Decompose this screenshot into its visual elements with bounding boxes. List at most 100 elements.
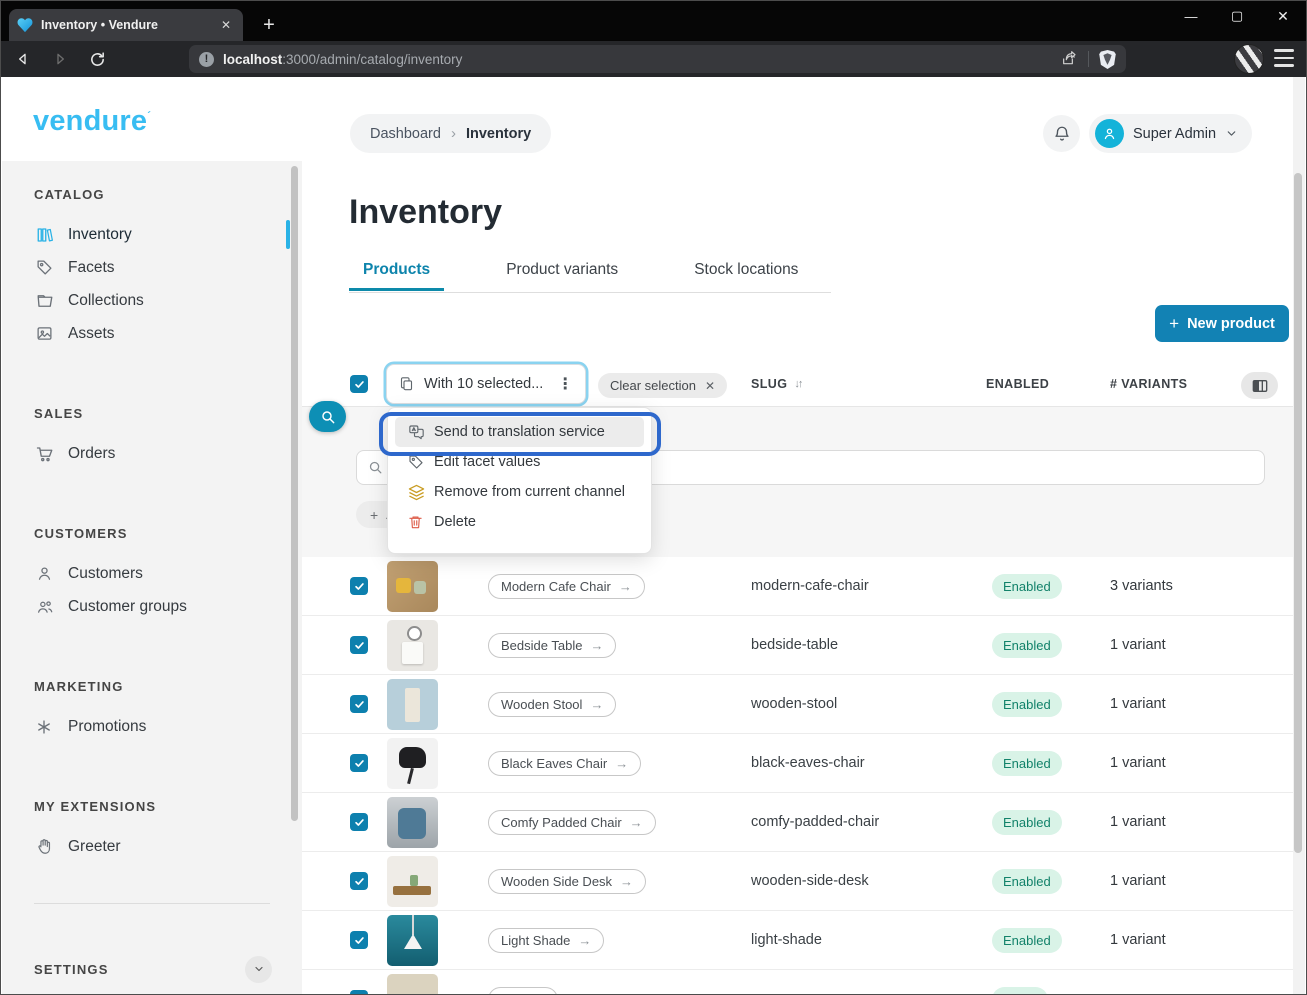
- tabs-underline: [349, 292, 831, 293]
- row-checkbox[interactable]: [350, 636, 368, 654]
- bulk-actions-button[interactable]: With 10 selected... ⋮: [386, 364, 586, 404]
- site-info-icon[interactable]: !: [199, 52, 214, 67]
- product-thumbnail[interactable]: [387, 974, 438, 995]
- sidebar-item-facets[interactable]: Facets: [2, 251, 302, 284]
- variant-count: 1 variant: [1110, 873, 1166, 889]
- browser-tab[interactable]: Inventory • Vendure ✕: [9, 9, 243, 41]
- new-tab-button[interactable]: +: [255, 11, 283, 39]
- new-product-button[interactable]: + New product: [1155, 305, 1289, 342]
- row-checkbox[interactable]: [350, 872, 368, 890]
- product-name-link[interactable]: Black Eaves Chair→: [488, 751, 641, 776]
- layers-icon: [408, 484, 425, 501]
- sidebar-item-label: Orders: [68, 445, 115, 463]
- reload-button[interactable]: [82, 45, 112, 73]
- sidebar-item-orders[interactable]: Orders: [2, 437, 302, 470]
- arrow-right-icon: →: [630, 815, 643, 830]
- product-name-link[interactable]: Wooden Side Desk→: [488, 869, 646, 894]
- share-icon[interactable]: [1060, 51, 1078, 67]
- user-menu[interactable]: Super Admin: [1089, 114, 1252, 153]
- row-checkbox[interactable]: [350, 754, 368, 772]
- row-checkbox[interactable]: [350, 813, 368, 831]
- menu-item-delete[interactable]: Delete: [395, 507, 644, 537]
- back-button[interactable]: [8, 45, 38, 73]
- row-checkbox[interactable]: [350, 695, 368, 713]
- tab-stock-locations[interactable]: Stock locations: [680, 261, 812, 291]
- row-checkbox[interactable]: [350, 931, 368, 949]
- sidebar-item-greeter[interactable]: Greeter: [2, 830, 302, 863]
- chevron-down-icon[interactable]: [245, 956, 272, 983]
- chevron-right-icon: ›: [451, 125, 456, 142]
- column-header-variants[interactable]: # VARIANTS: [1110, 377, 1187, 391]
- product-slug: black-eaves-chair: [751, 755, 865, 771]
- sidebar-section-settings[interactable]: SETTINGS: [2, 944, 302, 994]
- sidebar-item-assets[interactable]: Assets: [2, 317, 302, 350]
- product-name-link[interactable]: Modern Cafe Chair→: [488, 574, 645, 599]
- product-thumbnail[interactable]: [387, 856, 438, 907]
- enabled-badge: Enabled: [992, 574, 1062, 599]
- tab-close-icon[interactable]: ✕: [217, 18, 235, 32]
- table-row: Wooden Stool→ wooden-stool Enabled 1 var…: [302, 675, 1296, 734]
- product-name-link[interactable]: [488, 987, 558, 995]
- clear-selection-button[interactable]: Clear selection ✕: [598, 373, 727, 398]
- page-scrollbar-thumb[interactable]: [1294, 173, 1302, 853]
- sidebar: vendure´ CATALOG Inventory Facets: [2, 77, 302, 995]
- tab-products[interactable]: Products: [349, 261, 444, 291]
- sort-icon[interactable]: ↓↑: [794, 378, 801, 390]
- forward-button[interactable]: [45, 45, 75, 73]
- row-checkbox[interactable]: [350, 990, 368, 995]
- sidebar-item-customers[interactable]: Customers: [2, 557, 302, 590]
- sidebar-item-label: Facets: [68, 259, 115, 277]
- page-scrollbar[interactable]: [1293, 77, 1305, 995]
- table-row: Bedside Table→ bedside-table Enabled 1 v…: [302, 616, 1296, 675]
- browser-profile-avatar[interactable]: [1234, 44, 1264, 74]
- notifications-button[interactable]: [1043, 115, 1080, 152]
- menu-item-edit-facet-values[interactable]: Edit facet values: [395, 447, 644, 477]
- column-header-slug[interactable]: SLUG ↓↑: [751, 377, 801, 391]
- enabled-badge: Enabled: [992, 692, 1062, 717]
- page-tabs: Products Product variants Stock location…: [349, 261, 812, 291]
- window-minimize-button[interactable]: —: [1168, 1, 1214, 31]
- product-thumbnail[interactable]: [387, 561, 438, 612]
- nav-section-my-extensions: MY EXTENSIONS: [2, 799, 302, 814]
- enabled-badge: Enabled: [992, 751, 1062, 776]
- sidebar-item-customer-groups[interactable]: Customer groups: [2, 590, 302, 623]
- users-icon: [36, 597, 55, 616]
- tab-product-variants[interactable]: Product variants: [492, 261, 632, 291]
- search-toggle-button[interactable]: [309, 401, 346, 432]
- hand-icon: [36, 837, 55, 856]
- browser-menu-icon[interactable]: [1274, 49, 1294, 67]
- select-all-checkbox[interactable]: [350, 375, 368, 393]
- tag-icon: [408, 454, 425, 471]
- product-slug: wooden-side-desk: [751, 873, 869, 889]
- product-thumbnail[interactable]: [387, 679, 438, 730]
- table-row: Light Shade→ light-shade Enabled 1 varia…: [302, 911, 1296, 970]
- product-name-link[interactable]: Light Shade→: [488, 928, 604, 953]
- product-thumbnail[interactable]: [387, 797, 438, 848]
- browser-tabstrip: Inventory • Vendure ✕ + — ▢ ✕: [1, 1, 1306, 41]
- plus-icon: +: [370, 507, 378, 523]
- sidebar-item-inventory[interactable]: Inventory: [2, 218, 302, 251]
- product-name-link[interactable]: Comfy Padded Chair→: [488, 810, 656, 835]
- sidebar-item-label: Inventory: [68, 226, 132, 244]
- product-thumbnail[interactable]: [387, 620, 438, 671]
- sidebar-item-label: Greeter: [68, 838, 121, 856]
- menu-item-remove-from-channel[interactable]: Remove from current channel: [395, 477, 644, 507]
- product-name-link[interactable]: Wooden Stool→: [488, 692, 616, 717]
- breadcrumb-dashboard[interactable]: Dashboard: [370, 126, 441, 142]
- menu-item-send-to-translation[interactable]: Send to translation service: [395, 417, 644, 447]
- product-thumbnail[interactable]: [387, 915, 438, 966]
- window-close-button[interactable]: ✕: [1260, 1, 1306, 31]
- product-name-link[interactable]: Bedside Table→: [488, 633, 616, 658]
- table-row: Black Eaves Chair→ black-eaves-chair Ena…: [302, 734, 1296, 793]
- sidebar-item-collections[interactable]: Collections: [2, 284, 302, 317]
- column-header-enabled[interactable]: ENABLED: [986, 377, 1049, 391]
- sidebar-scrollbar[interactable]: [291, 166, 298, 821]
- brave-shields-icon[interactable]: [1099, 50, 1116, 69]
- plus-icon: +: [1169, 314, 1179, 334]
- url-bar[interactable]: ! localhost:3000/admin/catalog/inventory: [189, 45, 1126, 73]
- column-picker-button[interactable]: [1241, 372, 1278, 399]
- product-thumbnail[interactable]: [387, 738, 438, 789]
- window-maximize-button[interactable]: ▢: [1214, 1, 1260, 31]
- row-checkbox[interactable]: [350, 577, 368, 595]
- sidebar-item-promotions[interactable]: Promotions: [2, 710, 302, 743]
